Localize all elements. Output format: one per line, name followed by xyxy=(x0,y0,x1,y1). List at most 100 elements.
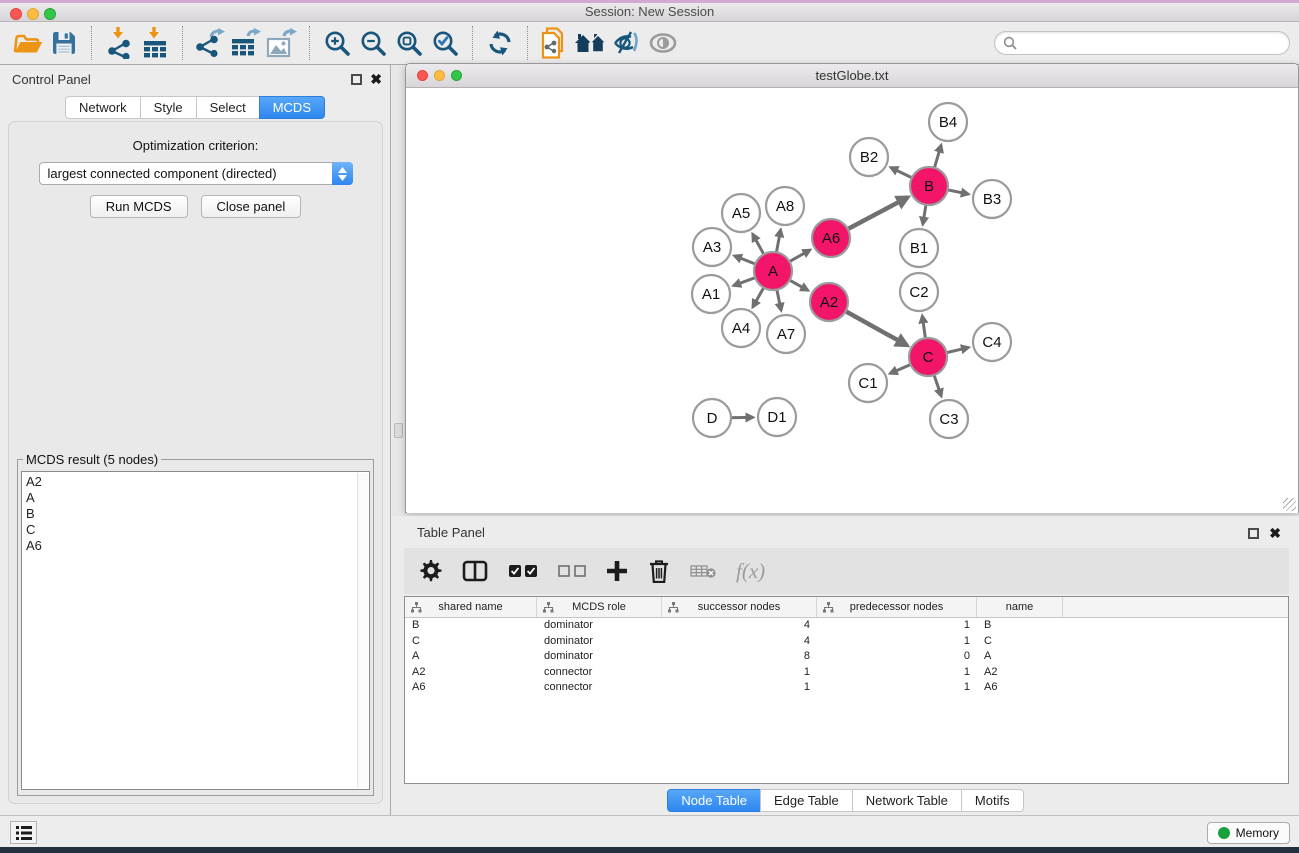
graph-edge-A-A4[interactable] xyxy=(753,286,765,307)
show-details-eye-icon[interactable] xyxy=(645,25,681,61)
mcds-result-item[interactable]: A xyxy=(26,490,369,506)
table-row[interactable]: A2connector11A2 xyxy=(405,665,1288,681)
function-builder-icon[interactable]: f(x) xyxy=(736,555,765,587)
column-header-shared-name[interactable]: shared name xyxy=(405,597,537,617)
table-row[interactable]: Cdominator41C xyxy=(405,634,1288,650)
tab-node-table[interactable]: Node Table xyxy=(667,789,761,812)
mcds-result-item[interactable]: C xyxy=(26,522,369,538)
network-graph[interactable]: B4B2BB3A5A8A6A3B1AC2A1A2A4A7C4CC1DD1C3 xyxy=(407,89,1298,513)
delete-column-trash-icon[interactable] xyxy=(648,555,670,587)
graph-edge-A-A6[interactable] xyxy=(788,250,810,263)
graph-edge-B-B1[interactable] xyxy=(923,203,926,225)
scrollbar-track[interactable] xyxy=(357,473,368,788)
deselect-all-checkboxes-icon[interactable] xyxy=(558,555,586,587)
table-cell: A xyxy=(977,649,1063,665)
import-table-icon[interactable] xyxy=(137,25,173,61)
table-panel-title: Table Panel xyxy=(417,525,485,540)
network-title: testGlobe.txt xyxy=(406,68,1298,83)
zoom-selected-icon[interactable] xyxy=(427,25,463,61)
graph-edge-A6-B[interactable] xyxy=(846,197,908,230)
graph-edge-C-C1[interactable] xyxy=(890,364,912,374)
graph-edge-B-B4[interactable] xyxy=(934,145,941,170)
tab-mcds[interactable]: MCDS xyxy=(259,96,325,119)
graph-edge-C-C4[interactable] xyxy=(945,347,969,353)
mcds-result-item[interactable]: A2 xyxy=(26,474,369,490)
graph-edge-A-A1[interactable] xyxy=(734,277,758,286)
close-panel-button[interactable]: Close panel xyxy=(201,195,302,218)
graph-edge-C-C2[interactable] xyxy=(922,316,925,340)
resize-grip-icon[interactable] xyxy=(1283,498,1296,511)
export-image-icon[interactable] xyxy=(264,25,300,61)
close-panel-icon[interactable]: ✖ xyxy=(370,71,382,87)
tab-network-table[interactable]: Network Table xyxy=(852,789,962,812)
tab-motifs[interactable]: Motifs xyxy=(961,789,1024,812)
graph-edge-A2-C[interactable] xyxy=(844,310,907,345)
toolbar-separator xyxy=(472,26,473,60)
graph-node-label-C: C xyxy=(923,349,934,366)
network-canvas[interactable]: B4B2BB3A5A8A6A3B1AC2A1A2A4A7C4CC1DD1C3 xyxy=(407,89,1298,513)
task-history-button[interactable] xyxy=(10,821,37,844)
search-field[interactable] xyxy=(994,31,1290,55)
search-input[interactable] xyxy=(1022,33,1289,53)
column-header-successor-nodes[interactable]: successor nodes xyxy=(662,597,817,617)
zoom-out-icon[interactable] xyxy=(355,25,391,61)
split-columns-icon[interactable] xyxy=(462,555,488,587)
refresh-layout-icon[interactable] xyxy=(482,25,518,61)
network-window-titlebar[interactable]: testGlobe.txt xyxy=(406,64,1298,88)
graph-edge-A-A8[interactable] xyxy=(776,230,781,255)
close-table-panel-icon[interactable]: ✖ xyxy=(1269,525,1281,541)
node-table: shared nameMCDS rolesuccessor nodesprede… xyxy=(404,596,1289,784)
delete-table-icon[interactable] xyxy=(690,555,716,587)
table-row[interactable]: Adominator80A xyxy=(405,649,1288,665)
column-header-name[interactable]: name xyxy=(977,597,1063,617)
criterion-select[interactable]: largest connected component (directed) xyxy=(39,162,353,185)
table-cell: 8 xyxy=(662,649,817,665)
tab-style[interactable]: Style xyxy=(140,96,197,119)
graph-edge-A-A2[interactable] xyxy=(788,279,808,290)
table-cell: A2 xyxy=(405,665,537,681)
graph-node-label-B3: B3 xyxy=(983,191,1001,208)
tab-select[interactable]: Select xyxy=(196,96,260,119)
graph-edge-A-A7[interactable] xyxy=(776,288,781,311)
memory-button[interactable]: Memory xyxy=(1207,822,1290,844)
export-table-icon[interactable] xyxy=(228,25,264,61)
mcds-result-list[interactable]: A2ABCA6 xyxy=(21,471,370,790)
float-panel-icon[interactable] xyxy=(351,74,362,85)
graph-edge-A-A3[interactable] xyxy=(734,256,757,265)
mcds-result-item[interactable]: A6 xyxy=(26,538,369,554)
select-stepper-icon xyxy=(332,162,353,185)
save-session-icon[interactable] xyxy=(46,25,82,61)
zoom-fit-icon[interactable] xyxy=(391,25,427,61)
graph-edge-C-C3[interactable] xyxy=(933,373,941,396)
main-toolbar xyxy=(0,22,1299,65)
graph-node-label-B4: B4 xyxy=(939,114,957,131)
home-icon[interactable] xyxy=(573,25,609,61)
column-header-mcds-role[interactable]: MCDS role xyxy=(537,597,662,617)
hide-details-eye-icon[interactable] xyxy=(609,25,645,61)
splitter-grip[interactable] xyxy=(394,423,403,438)
run-mcds-button[interactable]: Run MCDS xyxy=(90,195,188,218)
toolbar-separator xyxy=(91,26,92,60)
table-cell: A2 xyxy=(977,665,1063,681)
graph-edge-B-B2[interactable] xyxy=(891,167,914,178)
export-network-icon[interactable] xyxy=(192,25,228,61)
add-column-icon[interactable] xyxy=(606,555,628,587)
select-all-checkboxes-icon[interactable] xyxy=(508,555,538,587)
tab-network[interactable]: Network xyxy=(65,96,141,119)
graph-edge-B-B3[interactable] xyxy=(946,189,969,194)
control-panel-title: Control Panel xyxy=(12,72,91,87)
zoom-in-icon[interactable] xyxy=(319,25,355,61)
copy-network-icon[interactable] xyxy=(537,25,573,61)
table-row[interactable]: Bdominator41B xyxy=(405,618,1288,634)
import-network-icon[interactable] xyxy=(101,25,137,61)
settings-gear-icon[interactable] xyxy=(418,555,442,587)
table-row[interactable]: A6connector11A6 xyxy=(405,680,1288,696)
mcds-result-item[interactable]: B xyxy=(26,506,369,522)
graph-edge-A-A5[interactable] xyxy=(753,234,765,256)
float-table-panel-icon[interactable] xyxy=(1248,528,1259,539)
column-header-predecessor-nodes[interactable]: predecessor nodes xyxy=(817,597,977,617)
desktop-strip-bottom xyxy=(0,847,1299,853)
list-icon xyxy=(16,826,32,840)
open-folder-icon[interactable] xyxy=(10,25,46,61)
tab-edge-table[interactable]: Edge Table xyxy=(760,789,853,812)
